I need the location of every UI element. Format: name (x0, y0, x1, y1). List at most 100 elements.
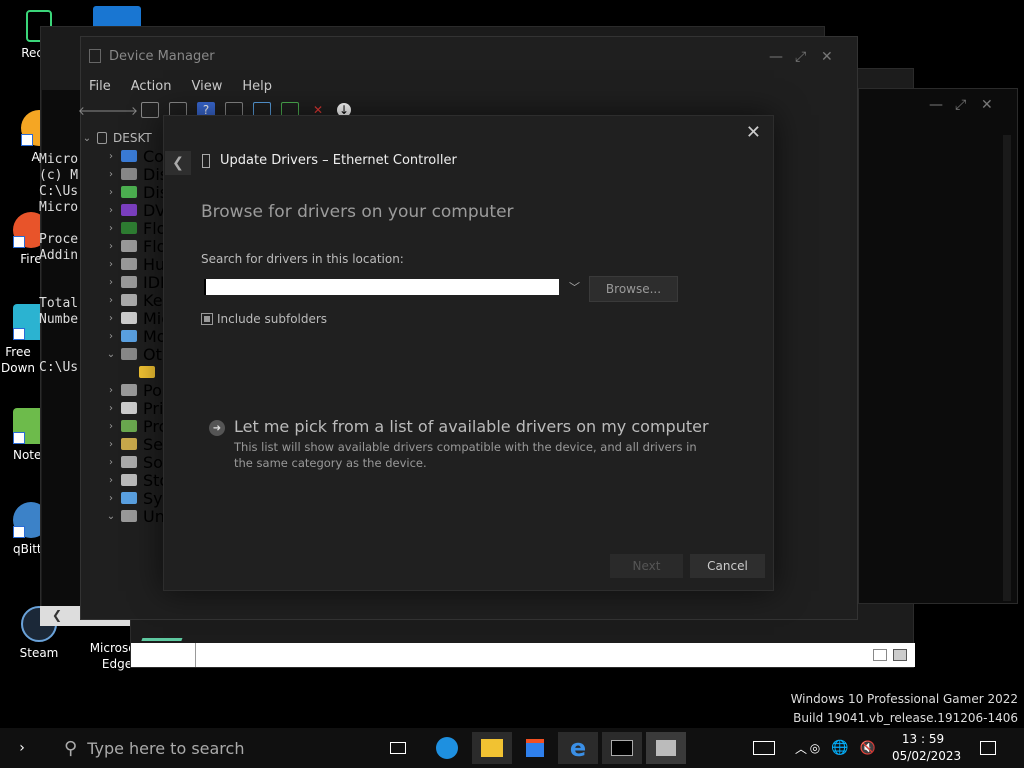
chevron-right-icon[interactable]: › (105, 205, 117, 216)
menu-view[interactable]: View (191, 79, 222, 94)
details-view-icon[interactable] (873, 649, 887, 661)
tree-item[interactable]: › Mo (105, 327, 165, 346)
tree-item[interactable]: › IDE (105, 273, 165, 292)
dialog-close-icon[interactable]: ✕ (746, 122, 761, 143)
menu-help[interactable]: Help (242, 79, 272, 94)
tree-item-label: Key (143, 290, 165, 310)
chevron-right-icon[interactable]: › (105, 475, 117, 486)
tree-item[interactable]: ⌄ Oth (105, 344, 165, 364)
console-output: Micro (c) M C:\Us Micro Proce Addin Total Num… (39, 152, 79, 375)
minimize-icon[interactable]: — (929, 97, 943, 113)
properties-grid-icon[interactable] (141, 102, 159, 118)
include-subfolders-checkbox[interactable]: Include subfolders (201, 312, 327, 326)
menu-file[interactable]: File (89, 79, 111, 94)
tree-item[interactable]: › Flop (105, 237, 165, 256)
tree-item[interactable]: › Flop (105, 219, 165, 238)
chevron-right-icon[interactable]: › (105, 331, 117, 342)
tree-item[interactable]: › Ser (105, 435, 165, 454)
chevron-down-icon[interactable]: ﹀ (569, 279, 580, 295)
search-icon: ⚲ (64, 737, 78, 759)
windows-watermark-line1: Windows 10 Professional Gamer 2022 (790, 692, 1018, 706)
tree-item[interactable]: › Sof (105, 453, 165, 472)
chevron-down-icon[interactable]: ⌄ (105, 349, 117, 360)
chevron-right-icon[interactable]: › (105, 223, 117, 234)
security-device-icon (121, 438, 137, 450)
arrow-right-icon: ➜ (209, 420, 225, 436)
device-manager-taskbar-icon[interactable] (646, 732, 686, 764)
file-explorer-icon[interactable] (472, 732, 512, 764)
large-icons-view-icon[interactable] (893, 649, 907, 661)
tree-item[interactable]: › Key (105, 290, 165, 310)
chevron-right-icon[interactable]: › (105, 277, 117, 288)
start-chevron-icon[interactable]: › (2, 732, 42, 764)
tree-item[interactable]: › Disp (105, 183, 165, 202)
tree-item-label: Oth (143, 344, 165, 364)
chevron-right-icon[interactable]: › (105, 493, 117, 504)
search-location-label: Search for drivers in this location: (201, 252, 404, 266)
close-icon[interactable]: ✕ (981, 97, 993, 113)
back-button[interactable]: ❮ (165, 151, 191, 175)
pick-from-list-title[interactable]: Let me pick from a list of available dri… (234, 417, 709, 436)
chevron-right-icon[interactable]: › (105, 169, 117, 180)
chevron-right-icon[interactable]: › (105, 187, 117, 198)
path-combobox[interactable]: ﹀ (201, 277, 580, 299)
processor-icon (121, 420, 137, 432)
tree-root[interactable]: ⌄ DESKT (81, 129, 152, 147)
webcam-icon[interactable]: ◎ (805, 732, 825, 764)
tree-item[interactable]: › Sto (105, 471, 165, 490)
taskbar-search[interactable]: ⚲ Type here to search (46, 728, 376, 768)
chevron-right-icon[interactable]: › (105, 259, 117, 270)
tree-item[interactable]: › DVD (105, 201, 165, 220)
tree-item[interactable]: › Disk (105, 165, 165, 184)
maximize-icon[interactable]: ⤢ (955, 97, 966, 113)
system-device-icon (121, 492, 137, 504)
path-input[interactable] (204, 279, 559, 295)
tree-item[interactable]: › Por (105, 381, 165, 400)
tree-item[interactable]: › Cor (105, 147, 165, 166)
checkbox-box[interactable] (201, 313, 213, 325)
chevron-right-icon[interactable]: › (105, 241, 117, 252)
chevron-right-icon[interactable]: › (105, 457, 117, 468)
cancel-button[interactable]: Cancel (690, 554, 765, 578)
chevron-right-icon[interactable]: › (105, 421, 117, 432)
tree-item[interactable]: › Pro (105, 417, 165, 436)
dialog-title-text: Update Drivers – Ethernet Controller (220, 153, 457, 168)
chevron-right-icon[interactable]: › (105, 403, 117, 414)
tree-item[interactable]: › Prin (105, 399, 165, 418)
menu-action[interactable]: Action (131, 79, 172, 94)
notifications-icon[interactable] (968, 732, 1008, 764)
close-icon[interactable]: ✕ (821, 49, 833, 65)
chevron-right-icon[interactable]: › (105, 439, 117, 450)
forward-arrow-icon[interactable]: 🡒 (106, 102, 138, 118)
task-view-icon[interactable] (378, 732, 418, 764)
command-prompt-icon[interactable] (602, 732, 642, 764)
chevron-right-icon[interactable]: › (105, 295, 117, 306)
chevron-down-icon[interactable]: ⌄ (81, 133, 93, 144)
network-adapter-icon (202, 153, 210, 168)
chevron-right-icon[interactable]: › (105, 313, 117, 324)
chevron-down-icon[interactable]: ⌄ (105, 511, 117, 522)
store-icon[interactable] (515, 732, 555, 764)
tree-item[interactable] (105, 363, 161, 381)
desktop-icon-label: Free Down (0, 345, 35, 375)
tree-item[interactable]: ⌄ Uni (105, 507, 165, 526)
minimize-icon[interactable]: — (769, 49, 783, 65)
tree-item[interactable]: › Hun (105, 255, 165, 274)
maximize-icon[interactable]: ⤢ (795, 49, 806, 65)
taskbar-clock[interactable]: 13 : 59 05/02/2023 (892, 731, 961, 765)
edge-icon[interactable] (427, 732, 467, 764)
scroll-left-icon[interactable]: ❮ (52, 608, 62, 622)
next-button[interactable]: Next (610, 554, 683, 578)
desktop: Recyc All Fire Free Down Notep qBitto St… (0, 0, 1024, 728)
network-globe-icon[interactable]: 🌐 (830, 732, 850, 764)
news-widget-icon[interactable] (744, 732, 784, 764)
back-arrow-icon[interactable]: 🡐 (78, 102, 110, 118)
scrollbar[interactable] (1003, 135, 1011, 601)
volume-muted-icon[interactable]: 🔇 (856, 732, 880, 764)
chevron-right-icon[interactable]: › (105, 385, 117, 396)
internet-explorer-icon[interactable]: e (558, 732, 598, 764)
browse-button[interactable]: Browse... (589, 276, 678, 302)
tree-item[interactable]: › Syst (105, 489, 165, 508)
tree-item[interactable]: › Mic (105, 309, 165, 328)
chevron-right-icon[interactable]: › (105, 151, 117, 162)
